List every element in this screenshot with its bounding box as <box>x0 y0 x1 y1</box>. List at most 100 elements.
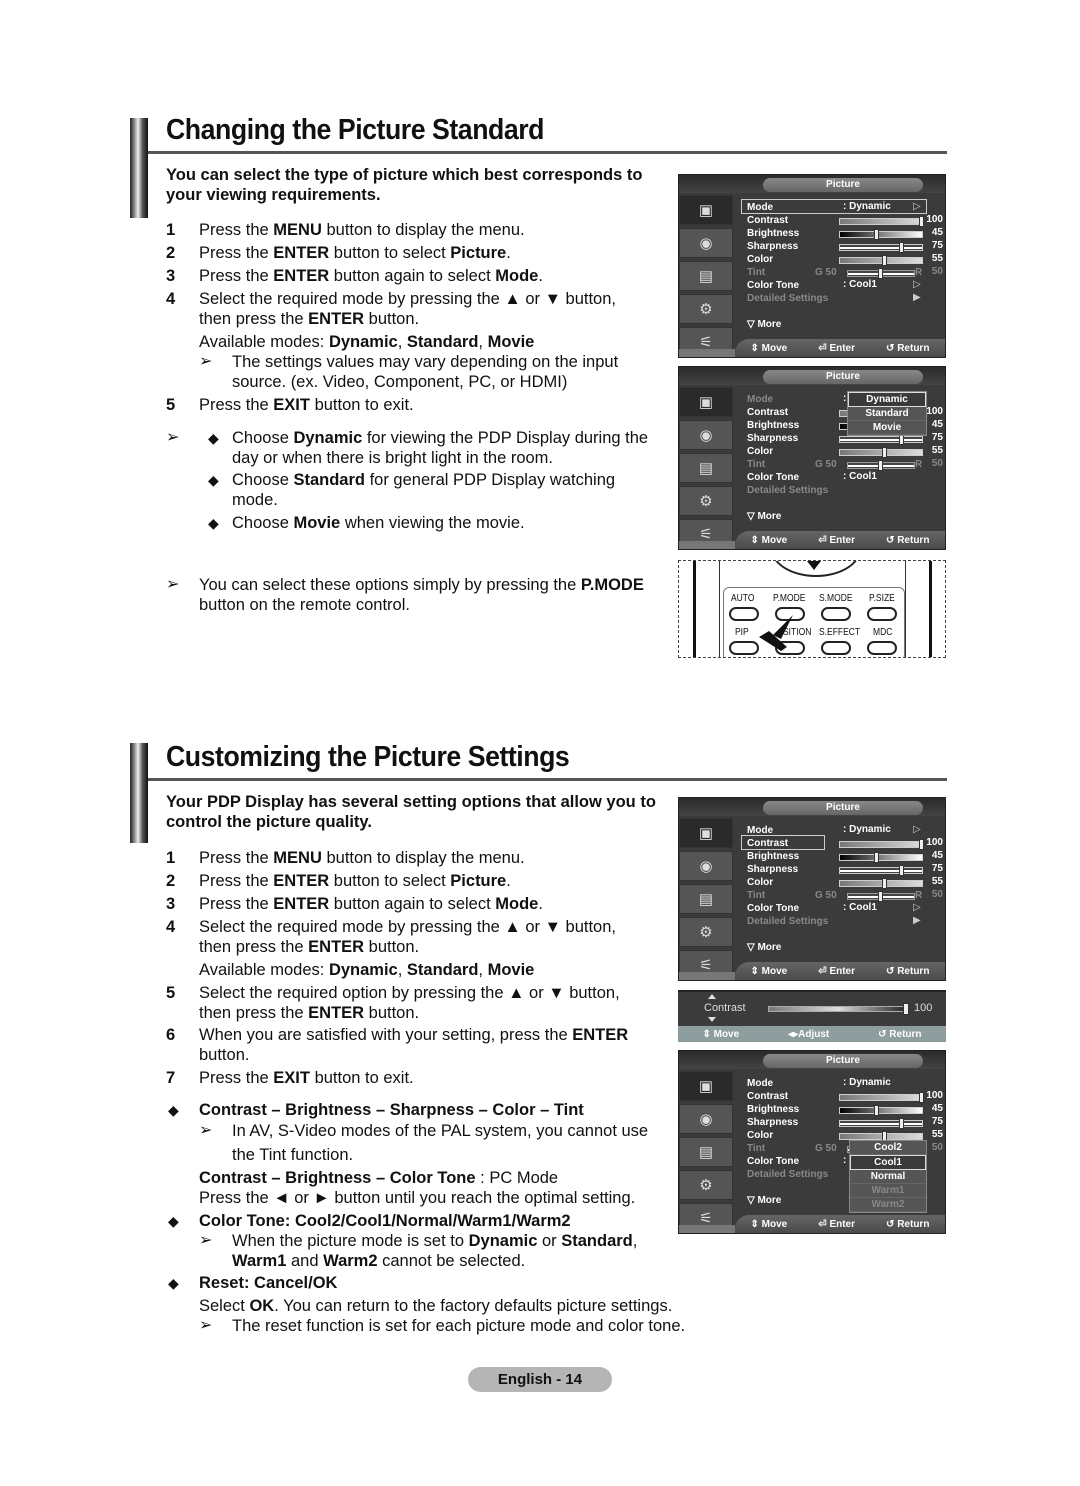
slider-knob[interactable] <box>882 878 888 889</box>
sidebar-item-channel[interactable]: ▤ <box>679 884 733 914</box>
osd-row-detailed[interactable]: Detailed Settings <box>747 484 828 497</box>
osd-row-tint[interactable]: Tint <box>747 889 765 902</box>
tone-option[interactable]: Warm2 <box>850 1198 926 1212</box>
slider-knob[interactable] <box>898 865 904 876</box>
osd-row-sharpness[interactable]: Sharpness <box>747 1116 798 1129</box>
osd-row-sharpness[interactable]: Sharpness <box>747 863 798 876</box>
tint-slider[interactable] <box>847 268 915 279</box>
osd-row-contrast[interactable]: Contrast <box>747 406 788 419</box>
sidebar-item-setup[interactable]: ⚙ <box>679 486 733 516</box>
osd-row-sharpness[interactable]: Sharpness <box>747 432 798 445</box>
contrast-slider[interactable] <box>839 839 924 850</box>
tone-option[interactable]: Normal <box>850 1170 926 1184</box>
osd-row-detailed[interactable]: Detailed Settings <box>747 1168 828 1181</box>
osd-row-brightness[interactable]: Brightness <box>747 227 799 240</box>
sidebar-item-channel[interactable]: ▤ <box>679 261 733 291</box>
brightness-slider[interactable] <box>839 1105 923 1116</box>
osd-row-brightness[interactable]: Brightness <box>747 850 799 863</box>
adjust-slider[interactable] <box>768 1003 909 1015</box>
tone-option[interactable]: Cool2 <box>850 1141 926 1155</box>
more-option[interactable]: ▽ More <box>747 1195 781 1206</box>
sidebar-item-setup[interactable]: ⚙ <box>679 294 733 324</box>
osd-row-mode[interactable]: Mode <box>747 1077 773 1090</box>
slider-knob[interactable] <box>882 255 888 266</box>
osd-row-color[interactable]: Color <box>747 445 773 458</box>
osd-row-tint[interactable]: Tint <box>747 266 765 279</box>
sharpness-slider[interactable] <box>839 242 923 253</box>
osd-row-color[interactable]: Color <box>747 1129 773 1142</box>
slider-knob[interactable] <box>898 1118 904 1129</box>
slider-knob[interactable] <box>873 1105 879 1116</box>
more-option[interactable]: ▽ More <box>747 511 781 522</box>
osd-row-contrast[interactable]: Contrast <box>747 214 788 227</box>
tone-option[interactable]: Warm1 <box>850 1184 926 1198</box>
seffect-button[interactable] <box>821 641 851 655</box>
osd-title: Picture <box>763 1054 923 1068</box>
smode-button[interactable] <box>821 607 851 621</box>
tint-value: 50 <box>931 266 943 277</box>
slider-knob[interactable] <box>878 891 883 902</box>
osd-row-color[interactable]: Color <box>747 253 773 266</box>
brightness-slider[interactable] <box>839 852 923 863</box>
osd-row-tint[interactable]: Tint <box>747 458 765 471</box>
osd-row-color-tone[interactable]: Color Tone <box>747 1155 799 1168</box>
slider-knob[interactable] <box>878 460 883 471</box>
sidebar-item-picture[interactable]: ▣ <box>679 818 733 848</box>
sidebar-item-sound[interactable]: ◉ <box>679 851 733 881</box>
mdc-button[interactable] <box>867 641 897 655</box>
contrast-slider[interactable] <box>839 1092 924 1103</box>
sidebar-item-picture[interactable]: ▣ <box>679 1071 733 1101</box>
osd-row-detailed[interactable]: Detailed Settings <box>747 915 828 928</box>
osd-row-mode[interactable]: Mode <box>747 393 773 406</box>
slider-knob[interactable] <box>882 447 888 458</box>
psize-button[interactable] <box>867 607 897 621</box>
osd-header: Picture <box>679 175 945 193</box>
osd-row-detailed[interactable]: Detailed Settings <box>747 292 828 305</box>
osd-row-contrast[interactable]: Contrast <box>747 1090 788 1103</box>
sidebar-item-sound[interactable]: ◉ <box>679 1104 733 1134</box>
sidebar-item-sound[interactable]: ◉ <box>679 228 733 258</box>
osd-row-color[interactable]: Color <box>747 876 773 889</box>
tint-slider[interactable] <box>847 891 915 902</box>
mode-option[interactable]: Movie <box>848 421 926 435</box>
osd-row-color-tone[interactable]: Color Tone <box>747 471 799 484</box>
slider-knob[interactable] <box>903 1003 909 1015</box>
osd-row-tint[interactable]: Tint <box>747 1142 765 1155</box>
sidebar-item-channel[interactable]: ▤ <box>679 453 733 483</box>
sidebar-item-picture[interactable]: ▣ <box>679 387 733 417</box>
osd-row-color-tone[interactable]: Color Tone <box>747 902 799 915</box>
sharpness-slider[interactable] <box>839 865 923 876</box>
osd-row-sharpness[interactable]: Sharpness <box>747 240 798 253</box>
sharpness-slider[interactable] <box>839 1118 923 1129</box>
sidebar-item-picture[interactable]: ▣ <box>679 195 733 225</box>
note-text: source. (ex. Video, Component, PC, or HD… <box>232 373 568 391</box>
osd-row-color-tone[interactable]: Color Tone <box>747 279 799 292</box>
color-slider[interactable] <box>839 878 923 889</box>
section-title-picture-settings: Customizing the Picture Settings <box>166 741 570 773</box>
sharpness-slider[interactable] <box>839 434 923 445</box>
contrast-slider[interactable] <box>839 216 924 227</box>
sidebar-item-setup[interactable]: ⚙ <box>679 1170 733 1200</box>
step-number: 3 <box>166 895 176 913</box>
color-slider[interactable] <box>839 447 923 458</box>
sidebar-item-setup[interactable]: ⚙ <box>679 917 733 947</box>
osd-row-brightness[interactable]: Brightness <box>747 1103 799 1116</box>
color-slider[interactable] <box>839 1131 923 1142</box>
osd-row-brightness[interactable]: Brightness <box>747 419 799 432</box>
setup-icon: ⚙ <box>699 301 713 318</box>
more-option[interactable]: ▽ More <box>747 942 781 953</box>
slider-knob[interactable] <box>873 852 879 863</box>
mode-option[interactable]: Standard <box>848 407 926 421</box>
step-text: When you are satisfied with your setting… <box>199 1026 629 1044</box>
slider-knob[interactable] <box>878 268 883 279</box>
sidebar-item-sound[interactable]: ◉ <box>679 420 733 450</box>
tone-option[interactable]: Cool1 <box>850 1155 926 1170</box>
sidebar-item-channel[interactable]: ▤ <box>679 1137 733 1167</box>
slider-knob[interactable] <box>873 229 879 240</box>
more-option[interactable]: ▽ More <box>747 319 781 330</box>
brightness-slider[interactable] <box>839 229 923 240</box>
color-slider[interactable] <box>839 255 923 266</box>
mode-option[interactable]: Dynamic <box>848 392 926 407</box>
slider-knob[interactable] <box>898 242 904 253</box>
tint-slider[interactable] <box>847 460 915 471</box>
